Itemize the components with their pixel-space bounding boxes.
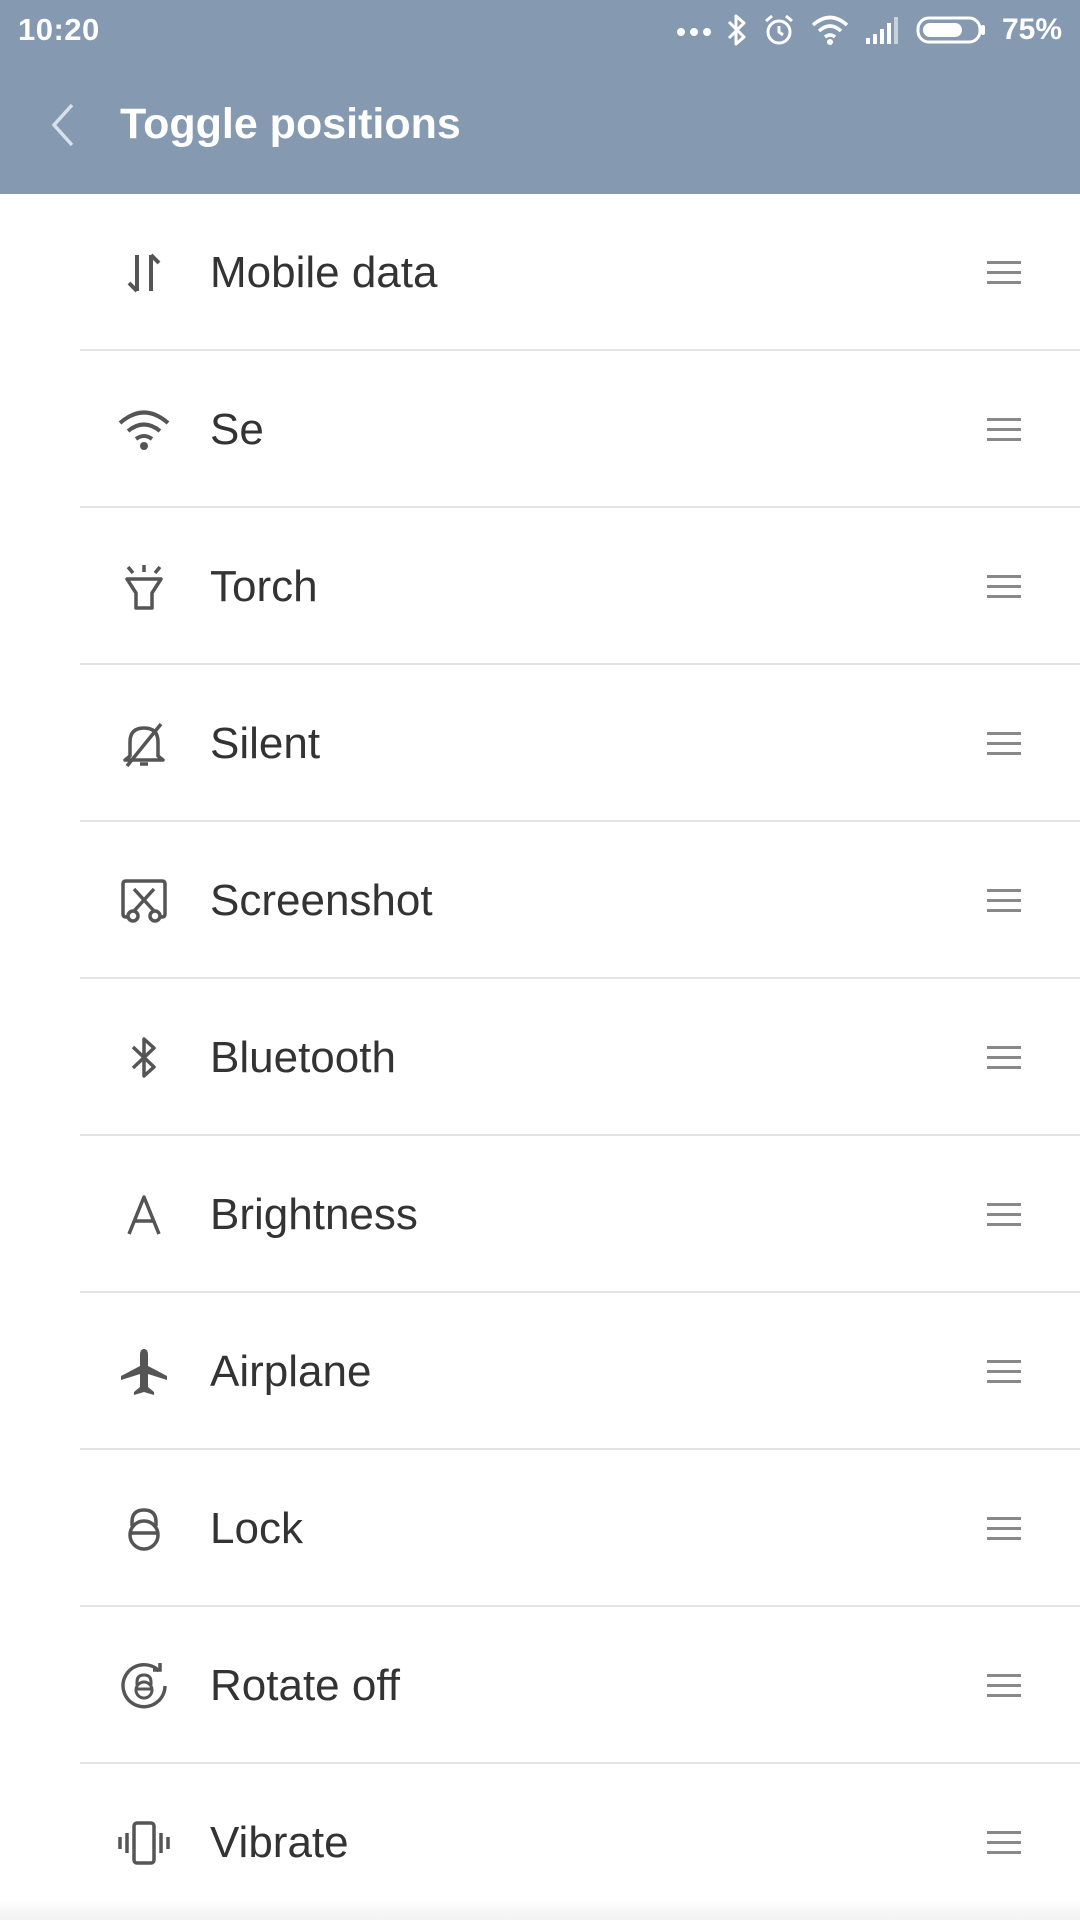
toggle-list: Mobile data Se Torch Silent Screenshot B… (0, 194, 1080, 1921)
drag-handle-icon[interactable] (980, 1034, 1028, 1082)
bluetooth-icon (112, 1026, 176, 1090)
back-chevron-icon[interactable] (48, 101, 78, 154)
battery-percent: 75% (1001, 13, 1062, 46)
alarm-icon (762, 13, 796, 47)
torch-icon (112, 555, 176, 619)
drag-handle-icon[interactable] (980, 406, 1028, 454)
drag-handle-icon[interactable] (980, 1348, 1028, 1396)
airplane-icon (112, 1340, 176, 1404)
mobile-data-icon (112, 241, 176, 305)
screenshot-icon (112, 869, 176, 933)
brightness-icon (112, 1183, 176, 1247)
toggle-label: Vibrate (210, 1817, 349, 1867)
list-item[interactable]: Brightness (0, 1136, 1080, 1293)
toggle-label: Mobile data (210, 247, 438, 297)
list-item[interactable]: Silent (0, 665, 1080, 822)
page-title: Toggle positions (120, 100, 461, 148)
rotate-off-icon (112, 1654, 176, 1718)
silent-icon (112, 712, 176, 776)
list-item[interactable]: Lock (0, 1450, 1080, 1607)
signal-icon (864, 14, 902, 46)
drag-handle-icon[interactable] (980, 249, 1028, 297)
drag-handle-icon[interactable] (980, 720, 1028, 768)
status-icons: 75% (676, 10, 1062, 50)
list-item[interactable]: Mobile data (0, 194, 1080, 351)
toggle-label: Se (210, 404, 264, 454)
more-dots-icon (676, 24, 712, 36)
wifi-icon (112, 398, 176, 462)
drag-handle-icon[interactable] (980, 877, 1028, 925)
toggle-label: Lock (210, 1503, 303, 1553)
toggle-label: Brightness (210, 1189, 418, 1239)
list-item[interactable]: Rotate off (0, 1607, 1080, 1764)
toggle-label: Rotate off (210, 1660, 400, 1710)
toggle-label: Torch (210, 561, 318, 611)
list-item[interactable]: Torch (0, 508, 1080, 665)
drag-handle-icon[interactable] (980, 1505, 1028, 1553)
toggle-label: Airplane (210, 1346, 372, 1396)
bottom-fade (0, 1900, 1080, 1920)
toggle-label: Bluetooth (210, 1032, 396, 1082)
vibrate-icon (112, 1811, 176, 1875)
list-item[interactable]: Bluetooth (0, 979, 1080, 1136)
list-item[interactable]: Screenshot (0, 822, 1080, 979)
back-button[interactable] (36, 96, 90, 158)
bluetooth-icon (726, 13, 748, 47)
app-header: 10:20 75% Toggle positions (0, 0, 1080, 194)
toggle-label: Screenshot (210, 875, 433, 925)
drag-handle-icon[interactable] (980, 1662, 1028, 1710)
drag-handle-icon[interactable] (980, 1819, 1028, 1867)
drag-handle-icon[interactable] (980, 1191, 1028, 1239)
status-time: 10:20 (18, 12, 100, 47)
wifi-icon (810, 14, 850, 46)
list-item[interactable]: Se (0, 351, 1080, 508)
battery-icon (916, 15, 988, 45)
status-bar: 10:20 75% (0, 0, 1080, 60)
lock-icon (112, 1497, 176, 1561)
title-bar: Toggle positions (0, 60, 1080, 194)
toggle-label: Silent (210, 718, 321, 768)
list-item[interactable]: Vibrate (0, 1764, 1080, 1921)
list-item[interactable]: Airplane (0, 1293, 1080, 1450)
drag-handle-icon[interactable] (980, 563, 1028, 611)
